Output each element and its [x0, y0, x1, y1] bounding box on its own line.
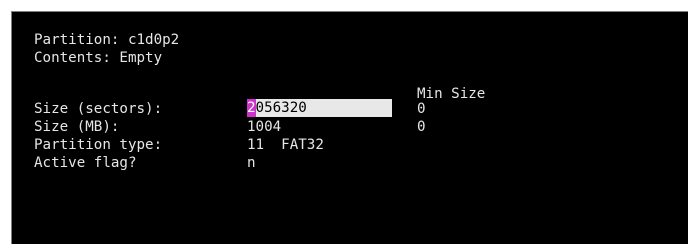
size-sectors-input[interactable]: 2056320	[247, 99, 392, 117]
size-sectors-label: Size (sectors):	[34, 101, 163, 117]
partition-type-label: Partition type:	[34, 137, 163, 153]
active-flag-value[interactable]: n	[247, 155, 256, 171]
partition-type-value[interactable]: 11 FAT32	[247, 137, 324, 153]
contents-label: Contents:	[34, 50, 111, 66]
active-flag-label: Active flag?	[34, 155, 137, 171]
size-sectors-value: 056320	[255, 100, 307, 116]
text-cursor: 2	[247, 99, 256, 117]
contents-line: Contents: Empty	[34, 50, 162, 66]
partition-line: Partition: c1d0p2	[34, 32, 179, 48]
partition-value: c1d0p2	[127, 32, 180, 48]
size-mb-value[interactable]: 1004	[247, 119, 281, 135]
size-mb-label: Size (MB):	[34, 119, 120, 135]
contents-value: Empty	[119, 50, 163, 66]
terminal-window: Partition: c1d0p2 Contents: Empty Min Si…	[11, 11, 688, 244]
size-sectors-min: 0	[417, 101, 426, 117]
partition-label: Partition:	[34, 32, 120, 48]
min-size-header: Min Size	[417, 86, 486, 102]
size-mb-min: 0	[417, 119, 426, 135]
